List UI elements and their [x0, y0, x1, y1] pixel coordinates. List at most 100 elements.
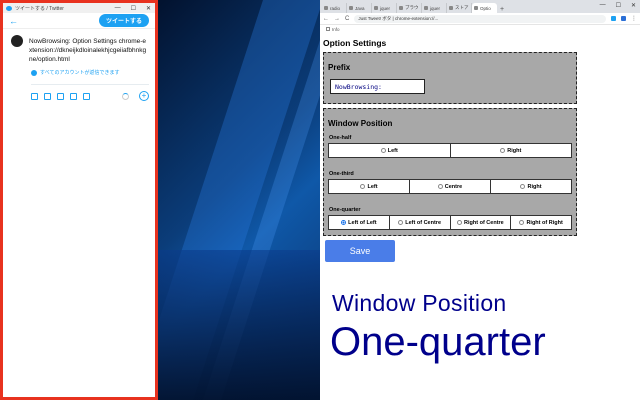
radio-option[interactable]: Left: [329, 144, 451, 157]
minimize-button[interactable]: —: [115, 5, 121, 12]
prefix-section: Prefix NowBrowsing:: [323, 52, 577, 104]
radio-option[interactable]: Left of Centre: [390, 216, 451, 229]
radio-option-selected[interactable]: Left of Left: [329, 216, 390, 229]
back-button[interactable]: ←: [323, 16, 329, 22]
favicon-icon: [449, 6, 453, 10]
window-title: ツイートする / Twitter: [15, 5, 64, 12]
save-button[interactable]: Save: [325, 240, 395, 262]
twitter-compose-window: ツイートする / Twitter — ☐ ✕ ← ツイートする NowBrows…: [0, 0, 158, 400]
browser-tab-active[interactable]: Optio: [472, 3, 497, 13]
extension-icon[interactable]: [611, 16, 616, 21]
radio-label: Right of Centre: [464, 219, 504, 226]
caption-one-quarter: One-quarter: [330, 320, 546, 364]
compose-toolbar: +: [3, 85, 155, 101]
radio-label: Left: [387, 147, 398, 154]
radio-button[interactable]: [360, 184, 366, 189]
compose-header: ← ツイートする: [3, 13, 155, 29]
compose-area: NowBrowsing: Option Settings chrome-exte…: [3, 29, 155, 64]
browser-tab[interactable]: radio: [322, 3, 347, 13]
prefix-input[interactable]: NowBrowsing:: [330, 79, 425, 94]
radio-label: Left of Left: [348, 219, 377, 226]
radio-option[interactable]: Right: [491, 180, 571, 193]
radio-label: Right: [507, 147, 522, 154]
tab-label: Java: [355, 5, 365, 11]
avatar[interactable]: [11, 35, 23, 47]
radio-option[interactable]: Left: [329, 180, 410, 193]
radio-button[interactable]: [380, 148, 386, 153]
tab-label: ストア: [455, 5, 469, 10]
reload-button[interactable]: C: [345, 16, 349, 22]
tweet-button[interactable]: ツイートする: [98, 14, 149, 27]
radio-option[interactable]: Centre: [410, 180, 491, 193]
options-page: Option Settings Prefix NowBrowsing: Wind…: [320, 33, 640, 262]
globe-icon: [31, 69, 37, 76]
favicon-icon: [374, 6, 378, 10]
desktop-wallpaper: [158, 0, 320, 400]
browser-tab[interactable]: ブラウ: [397, 3, 422, 13]
tab-label: jquer: [380, 5, 391, 11]
favicon-icon: [474, 6, 478, 10]
image-icon[interactable]: [31, 92, 38, 100]
maximize-button[interactable]: ☐: [131, 5, 136, 12]
group-label: One-half: [329, 135, 352, 141]
schedule-icon[interactable]: [83, 92, 90, 100]
browser-tab[interactable]: jquer: [372, 3, 397, 13]
poll-icon[interactable]: [57, 92, 64, 100]
extension-icon[interactable]: [621, 16, 626, 21]
tab-label: ブラウ: [405, 5, 419, 10]
close-button[interactable]: ✕: [631, 2, 636, 9]
radio-label: Left: [367, 183, 378, 190]
favicon-icon: [399, 6, 403, 10]
window-titlebar[interactable]: ツイートする / Twitter — ☐ ✕: [3, 3, 155, 13]
reply-setting[interactable]: すべてのアカウントが返信できます: [3, 64, 155, 76]
close-button[interactable]: ✕: [146, 5, 151, 12]
radio-label: Left of Centre: [405, 219, 441, 226]
radio-button[interactable]: [519, 220, 525, 225]
radio-option[interactable]: Right of Centre: [451, 216, 512, 229]
favicon-icon: [324, 6, 328, 10]
tab-label: jquer: [430, 5, 441, 11]
radio-button[interactable]: [520, 184, 526, 189]
tweet-text-input[interactable]: NowBrowsing: Option Settings chrome-exte…: [29, 37, 147, 64]
minimize-button[interactable]: —: [600, 2, 606, 9]
favicon-icon: [349, 6, 353, 10]
new-tab-button[interactable]: +: [497, 6, 507, 13]
back-arrow-icon[interactable]: ←: [9, 16, 18, 26]
browser-tab[interactable]: jquer: [422, 3, 447, 13]
radio-button[interactable]: [341, 220, 347, 225]
tab-label: Optio: [480, 5, 491, 11]
caption-window-position: Window Position: [332, 290, 507, 316]
apps-icon[interactable]: [326, 27, 330, 31]
browser-tab[interactable]: ストア: [447, 3, 472, 13]
radio-button[interactable]: [437, 184, 443, 189]
forward-button[interactable]: →: [334, 16, 340, 22]
radio-label: Right: [527, 183, 542, 190]
section-heading: Prefix: [328, 63, 351, 72]
radio-option[interactable]: Right: [451, 144, 572, 157]
add-tweet-button[interactable]: +: [139, 91, 149, 101]
page-title: Option Settings: [323, 38, 387, 48]
emoji-icon[interactable]: [70, 92, 77, 100]
gif-icon[interactable]: [44, 92, 51, 100]
radio-button[interactable]: [457, 220, 462, 225]
window-position-section: Window Position One-half Left Right One-…: [323, 108, 577, 236]
menu-icon[interactable]: ⋮: [631, 15, 637, 22]
bookmark-item[interactable]: Info: [332, 27, 340, 32]
radio-group-one-quarter: Left of Left Left of Centre Right of Cen…: [328, 215, 572, 230]
bookmarks-bar: Info: [320, 25, 640, 33]
tab-label: radio: [330, 5, 341, 11]
radio-group-one-third: Left Centre Right: [328, 179, 572, 194]
radio-option[interactable]: Right of Right: [511, 216, 571, 229]
twitter-bird-icon: [6, 5, 12, 11]
favicon-icon: [424, 6, 428, 10]
group-label: One-third: [329, 171, 354, 177]
radio-button[interactable]: [500, 148, 506, 153]
group-label: One-quarter: [329, 207, 361, 213]
url-input[interactable]: Just Tweet! ボタ | chrome-extension://...: [354, 14, 606, 23]
tab-bar: radio Java jquer ブラウ jquer ストア Optio + —…: [320, 0, 640, 13]
radio-button[interactable]: [398, 220, 404, 225]
browser-tab[interactable]: Java: [347, 3, 372, 13]
maximize-button[interactable]: ☐: [616, 2, 621, 9]
section-heading: Window Position: [328, 119, 393, 128]
radio-label: Right of Right: [526, 219, 563, 226]
